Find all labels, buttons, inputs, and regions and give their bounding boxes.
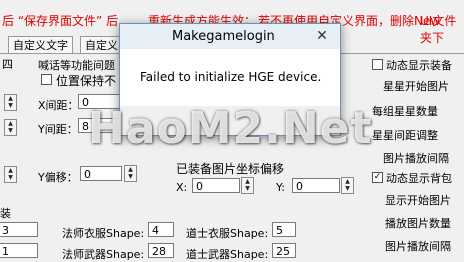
left-field-1[interactable]: 3 (0, 222, 38, 237)
keep-position-label: 位置保持不 (56, 74, 117, 88)
equip-label: 装 (0, 207, 11, 220)
anim-equip-checkbox[interactable] (372, 59, 383, 70)
equip-offset-y-label: Y: (276, 181, 285, 194)
y-spacing-label: Y间距： (38, 123, 78, 136)
keep-position-checkbox[interactable] (41, 74, 52, 85)
taoist-weapon-label: 道士武器Shape: (186, 248, 269, 261)
y-offset-spinner[interactable]: ▲ ▼ (124, 165, 137, 182)
left-field-2[interactable]: 1 (0, 243, 38, 258)
mage-weapon-label: 法师武器Shape: (62, 248, 145, 261)
anim-bg-label: 动态显示背包 (386, 172, 452, 185)
play-count-label: 播放图片数量 (385, 217, 451, 230)
dialog-title: Makegamelogin (172, 29, 275, 44)
left-spinner-2[interactable]: ▲ ▼ (4, 119, 17, 136)
equip-offset-x-label: X: (176, 181, 188, 194)
shout-label: 喊话等功能间题 (38, 59, 115, 72)
notice-text-1: 后 “保存界面文件” 后 (2, 14, 119, 28)
equip-offset-x-field[interactable]: 0 (192, 178, 240, 193)
play-interval-label: 图片播放间隔 (385, 240, 451, 253)
y-offset-field[interactable]: 0 (80, 166, 122, 181)
taoist-cloth-field[interactable]: 5 (272, 222, 296, 237)
taoist-cloth-label: 道士衣服Shape: (186, 227, 269, 240)
left-spinner-1[interactable]: ▲ ▼ (4, 94, 17, 111)
mage-cloth-label: 法师衣服Shape: (62, 227, 145, 240)
anim-equip-label: 动态显示装备 (386, 59, 452, 72)
close-icon[interactable]: ✕ (312, 27, 332, 45)
tab-custom-text[interactable]: 自定义文字 (8, 36, 73, 54)
equip-offset-y-spinner[interactable]: ▲ ▼ (341, 177, 354, 194)
dialog-message: Failed to initialize HGE device. (140, 70, 322, 84)
image-interval-label: 图片播放间隔 (383, 152, 449, 165)
y-offset-label: Y偏移： (38, 171, 78, 184)
equip-offset-x-spinner[interactable]: ▲ ▼ (241, 177, 254, 194)
watermark: HaoM2.Net (88, 103, 373, 154)
star-spacing-label: 星星间距调整 (372, 129, 438, 142)
mage-weapon-field[interactable]: 28 (148, 243, 174, 258)
x-spacing-label: X间距： (38, 99, 79, 112)
notice-text-4: UI文件夹下 (420, 14, 457, 45)
mage-cloth-field[interactable]: 4 (148, 222, 174, 237)
left-spinner-3[interactable]: ▲ ▼ (4, 166, 17, 183)
equip-offset-label: 已装备图片坐标偏移 (176, 162, 285, 176)
equip-offset-y-field[interactable]: 0 (292, 178, 340, 193)
show-start-label: 显示开始图片 (385, 194, 451, 207)
left-top-label: 四 (2, 58, 13, 71)
dialog-titlebar[interactable]: Makegamelogin ✕ (120, 24, 340, 49)
star-count-label: 每组星星数量 (372, 105, 438, 118)
star-start-label: 星星开始图片 (383, 80, 449, 93)
tab-custom[interactable]: 自定义 (80, 36, 123, 54)
anim-bg-checkbox[interactable]: ✓ (372, 172, 383, 183)
taoist-weapon-field[interactable]: 25 (272, 243, 296, 258)
